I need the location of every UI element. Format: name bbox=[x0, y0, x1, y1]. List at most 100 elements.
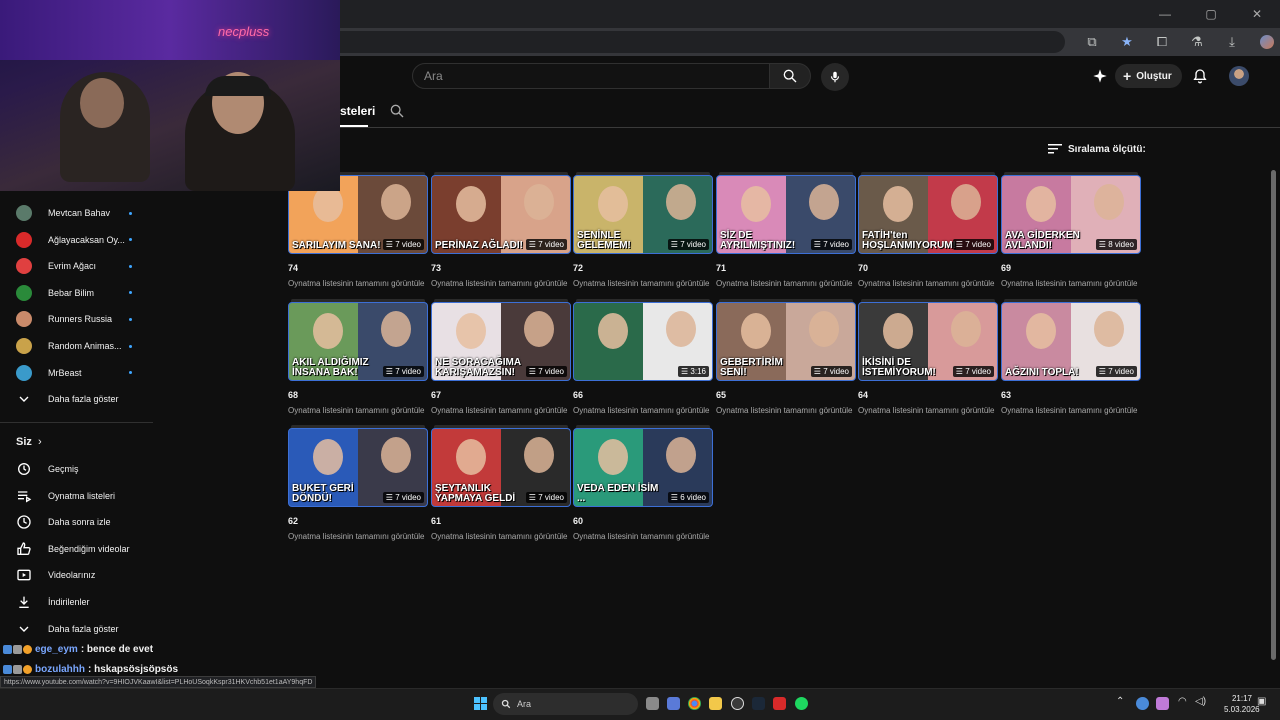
playlist-card[interactable]: AĞZINI TOPLA! ☰ 7 video 63 Oynatma listesin… bbox=[1001, 299, 1141, 415]
account-avatar[interactable] bbox=[1229, 66, 1249, 86]
channel-search-icon[interactable] bbox=[389, 103, 405, 119]
playlist-title[interactable]: 64 bbox=[858, 390, 998, 400]
sidebar-item-like[interactable]: Beğendiğim videolar bbox=[0, 536, 153, 562]
show-more-you[interactable]: Daha fazla göster bbox=[0, 616, 153, 642]
view-full-playlist-link[interactable]: Oynatma listesinin tamamını görüntüle bbox=[288, 279, 428, 288]
playlist-card[interactable]: ☰ 3:16 66 Oynatma listesinin tamamını görü… bbox=[573, 299, 713, 415]
view-full-playlist-link[interactable]: Oynatma listesinin tamamını görüntüle bbox=[1001, 406, 1141, 415]
sidebar-subscription[interactable]: MrBeast bbox=[0, 360, 153, 386]
notifications-icon[interactable] bbox=[1192, 68, 1208, 84]
wifi-icon[interactable]: ◠ bbox=[1178, 696, 1187, 707]
tray-mic-icon[interactable] bbox=[1156, 697, 1169, 710]
playlist-card[interactable]: AKIL ALDIĞIMIZ İNSANA BAK! ☰ 7 video 68 Oyn… bbox=[288, 299, 428, 415]
view-full-playlist-link[interactable]: Oynatma listesinin tamamını görüntüle bbox=[288, 532, 428, 541]
show-more-subscriptions[interactable]: Daha fazla göster bbox=[0, 386, 153, 412]
playlist-title[interactable]: 71 bbox=[716, 263, 856, 273]
sidebar-subscription[interactable]: Random Animas... bbox=[0, 333, 153, 359]
playlist-title[interactable]: 70 bbox=[858, 263, 998, 273]
app-icon[interactable] bbox=[773, 697, 786, 710]
sidebar-item-playlists[interactable]: Oynatma listeleri bbox=[0, 483, 153, 509]
sidebar-item-history[interactable]: Geçmiş bbox=[0, 456, 153, 482]
playlist-card[interactable]: SARILAYIM SANA! ☰ 7 video 74 Oynatma listes… bbox=[288, 172, 428, 288]
playlist-title[interactable]: 69 bbox=[1001, 263, 1141, 273]
volume-icon[interactable]: ◁) bbox=[1195, 696, 1206, 707]
playlist-card[interactable]: ŞEYTANLIK YAPMAYA GELDİ ☰ 7 video 61 Oynatm… bbox=[431, 425, 571, 541]
playlist-thumbnail[interactable]: SİZ DE AYRILMIŞTINIZ! ☰ 7 video bbox=[716, 175, 856, 254]
sort-button[interactable]: Sıralama ölçütü: bbox=[1048, 143, 1146, 155]
playlist-title[interactable]: 66 bbox=[573, 390, 713, 400]
playlist-thumbnail[interactable]: ŞEYTANLIK YAPMAYA GELDİ ☰ 7 video bbox=[431, 428, 571, 507]
close-button[interactable]: ✕ bbox=[1234, 0, 1280, 28]
spotify-icon[interactable] bbox=[795, 697, 808, 710]
minimize-button[interactable]: — bbox=[1142, 0, 1188, 28]
obs-icon[interactable] bbox=[731, 697, 744, 710]
playlist-thumbnail[interactable]: FATİH'ten HOŞLANMIYORUM! ☰ 7 video bbox=[858, 175, 998, 254]
playlist-title[interactable]: 74 bbox=[288, 263, 428, 273]
view-full-playlist-link[interactable]: Oynatma listesinin tamamını görüntüle bbox=[858, 406, 998, 415]
playlist-title[interactable]: 67 bbox=[431, 390, 571, 400]
notification-center-icon[interactable]: ▣ bbox=[1257, 696, 1266, 707]
chrome-icon[interactable] bbox=[688, 697, 701, 710]
profile-icon[interactable] bbox=[1255, 30, 1279, 54]
playlist-thumbnail[interactable]: VEDA EDEN İSİM ... ☰ 6 video bbox=[573, 428, 713, 507]
extensions-icon[interactable]: ⧠ bbox=[1150, 30, 1174, 54]
sidebar-subscription[interactable]: Mevtcan Bahav bbox=[0, 200, 153, 226]
view-full-playlist-link[interactable]: Oynatma listesinin tamamını görüntüle bbox=[431, 279, 571, 288]
tray-chevron-icon[interactable]: ⌃ bbox=[1116, 696, 1124, 707]
playlist-thumbnail[interactable]: AKIL ALDIĞIMIZ İNSANA BAK! ☰ 7 video bbox=[288, 302, 428, 381]
view-full-playlist-link[interactable]: Oynatma listesinin tamamını görüntüle bbox=[858, 279, 998, 288]
view-full-playlist-link[interactable]: Oynatma listesinin tamamını görüntüle bbox=[431, 406, 571, 415]
playlist-card[interactable]: FATİH'ten HOŞLANMIYORUM! ☰ 7 video 70 Oynat… bbox=[858, 172, 998, 288]
copilot-icon[interactable] bbox=[667, 697, 680, 710]
you-section-heading[interactable]: Siz › bbox=[0, 429, 153, 455]
playlist-title[interactable]: 73 bbox=[431, 263, 571, 273]
page-scrollbar[interactable] bbox=[1271, 170, 1276, 660]
tray-cloud-icon[interactable] bbox=[1136, 697, 1149, 710]
sidebar-subscription[interactable]: Runners Russia bbox=[0, 306, 153, 332]
playlist-card[interactable]: SİZ DE AYRILMIŞTINIZ! ☰ 7 video 71 Oynatma … bbox=[716, 172, 856, 288]
create-button[interactable]: + Oluştur bbox=[1115, 64, 1182, 88]
taskbar-search[interactable]: Ara bbox=[493, 693, 638, 715]
view-full-playlist-link[interactable]: Oynatma listesinin tamamını görüntüle bbox=[716, 279, 856, 288]
playlist-card[interactable]: GEBERTİRİM SENİ! ☰ 7 video 65 Oynatma liste… bbox=[716, 299, 856, 415]
sidebar-item-your-videos[interactable]: Videolarınız bbox=[0, 562, 153, 588]
playlist-title[interactable]: 68 bbox=[288, 390, 428, 400]
playlist-title[interactable]: 65 bbox=[716, 390, 856, 400]
search-button[interactable] bbox=[769, 63, 811, 89]
playlist-title[interactable]: 60 bbox=[573, 516, 713, 526]
playlist-title[interactable]: 62 bbox=[288, 516, 428, 526]
sidebar-item-download[interactable]: İndirilenler bbox=[0, 589, 153, 615]
search-input[interactable]: Ara bbox=[412, 63, 770, 89]
playlist-card[interactable]: VEDA EDEN İSİM ... ☰ 6 video 60 Oynatma lis… bbox=[573, 425, 713, 541]
steam-icon[interactable] bbox=[752, 697, 765, 710]
playlist-title[interactable]: 72 bbox=[573, 263, 713, 273]
bookmark-star-icon[interactable]: ★ bbox=[1115, 30, 1139, 54]
sidebar-subscription[interactable]: Ağlayacaksan Oy... bbox=[0, 227, 153, 253]
playlist-thumbnail[interactable]: AVA GİDERKEN AVLANDI! ☰ 8 video bbox=[1001, 175, 1141, 254]
tab-playlists[interactable]: steleri bbox=[340, 104, 375, 118]
view-full-playlist-link[interactable]: Oynatma listesinin tamamını görüntüle bbox=[573, 279, 713, 288]
playlist-card[interactable]: PERİNAZ AĞLADI! ☰ 7 video 73 Oynatma listes… bbox=[431, 172, 571, 288]
playlist-title[interactable]: 61 bbox=[431, 516, 571, 526]
playlist-thumbnail[interactable]: İKİSİNİ DE İSTEMİYORUM! ☰ 7 video bbox=[858, 302, 998, 381]
playlist-thumbnail[interactable]: NE SORACAĞIMA KARIŞAMAZSIN! ☰ 7 video bbox=[431, 302, 571, 381]
playlist-thumbnail[interactable]: AĞZINI TOPLA! ☰ 7 video bbox=[1001, 302, 1141, 381]
labs-icon[interactable]: ⚗ bbox=[1185, 30, 1209, 54]
view-full-playlist-link[interactable]: Oynatma listesinin tamamını görüntüle bbox=[431, 532, 571, 541]
playlist-thumbnail[interactable]: SENİNLE GELEMEM! ☰ 7 video bbox=[573, 175, 713, 254]
view-full-playlist-link[interactable]: Oynatma listesinin tamamını görüntüle bbox=[288, 406, 428, 415]
view-full-playlist-link[interactable]: Oynatma listesinin tamamını görüntüle bbox=[1001, 279, 1141, 288]
playlist-thumbnail[interactable]: ☰ 3:16 bbox=[573, 302, 713, 381]
playlist-card[interactable]: SENİNLE GELEMEM! ☰ 7 video 72 Oynatma liste… bbox=[573, 172, 713, 288]
playlist-card[interactable]: NE SORACAĞIMA KARIŞAMAZSIN! ☰ 7 video 67 Oy… bbox=[431, 299, 571, 415]
taskbar-clock[interactable]: 21:17 5.03.2026 bbox=[1224, 693, 1260, 715]
sidebar-subscription[interactable]: Bebar Bilim bbox=[0, 280, 153, 306]
task-view-icon[interactable] bbox=[646, 697, 659, 710]
cast-icon[interactable]: ⧉ bbox=[1080, 30, 1104, 54]
playlist-thumbnail[interactable]: PERİNAZ AĞLADI! ☰ 7 video bbox=[431, 175, 571, 254]
voice-search-button[interactable] bbox=[821, 63, 849, 91]
playlist-card[interactable]: AVA GİDERKEN AVLANDI! ☰ 8 video 69 Oynatma … bbox=[1001, 172, 1141, 288]
playlist-card[interactable]: İKİSİNİ DE İSTEMİYORUM! ☰ 7 video 64 Oynatm… bbox=[858, 299, 998, 415]
start-button[interactable] bbox=[474, 697, 487, 710]
view-full-playlist-link[interactable]: Oynatma listesinin tamamını görüntüle bbox=[573, 532, 713, 541]
